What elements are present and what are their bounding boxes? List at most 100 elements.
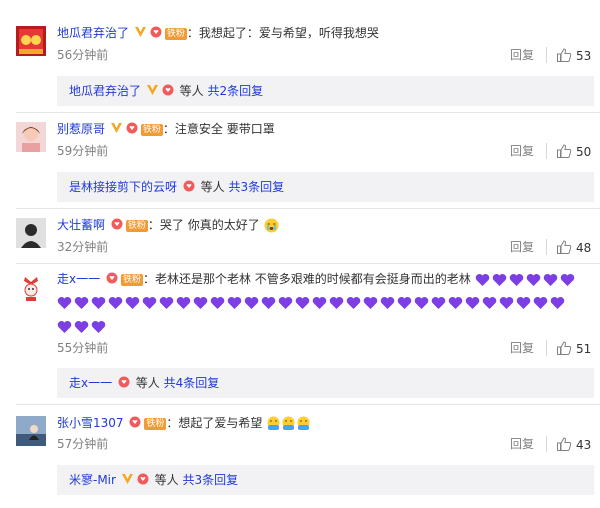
like-count: 43	[576, 438, 592, 452]
purple-heart-icon	[414, 296, 429, 310]
username-link[interactable]: 地瓜君弃治了	[57, 26, 129, 40]
purple-heart-icon	[397, 296, 412, 310]
purple-heart-icon	[431, 296, 446, 310]
username-link[interactable]: 张小雪1307	[57, 416, 124, 430]
reply-button[interactable]: 回复	[510, 239, 534, 255]
like-count: 53	[576, 49, 592, 63]
comment-divider	[16, 263, 600, 264]
thumbs-up-icon	[557, 48, 572, 62]
username-link[interactable]: 走x一一	[57, 272, 100, 286]
avatar[interactable]	[16, 122, 46, 152]
purple-heart-icon	[346, 296, 361, 310]
sub-reply-count-link[interactable]: 共3条回复	[182, 473, 238, 487]
like-button[interactable]: 53	[556, 47, 591, 63]
sub-reply-count-link[interactable]: 共2条回复	[208, 84, 264, 98]
comment-time: 55分钟前	[57, 341, 109, 355]
divider	[546, 340, 547, 356]
sub-reply-bar[interactable]: 走x一一 等人 共4条回复	[57, 368, 594, 398]
comment-text: 注意安全 要带口罩	[174, 122, 275, 136]
purple-heart-icon	[448, 296, 463, 310]
like-count: 48	[576, 241, 592, 255]
comment-text: 哭了 你真的太好了	[159, 218, 260, 232]
reply-button[interactable]: 回复	[510, 143, 534, 159]
purple-heart-icon	[499, 296, 514, 310]
reply-button[interactable]: 回复	[510, 340, 534, 356]
sub-reply-count-link[interactable]: 共3条回复	[229, 180, 285, 194]
comment-text: 想起了爱与希望	[178, 416, 263, 430]
purple-heart-icon	[142, 296, 157, 310]
purple-heart-icon	[329, 296, 344, 310]
like-count: 50	[576, 145, 592, 159]
purple-heart-icon	[550, 296, 565, 310]
fan-badge-icon	[105, 271, 119, 289]
divider	[546, 47, 547, 63]
purple-heart-icon	[295, 296, 310, 310]
purple-heart-icon	[159, 296, 174, 310]
like-button[interactable]: 48	[556, 239, 591, 255]
fan-badge-icon	[117, 369, 131, 399]
fan-label: 铁粉	[125, 219, 148, 232]
thumbs-up-icon	[557, 341, 572, 355]
purple-heart-icon	[125, 296, 140, 310]
sub-reply-bar[interactable]: 米寥-Mir 等人 共3条回复	[57, 465, 594, 495]
fan-badge-icon	[125, 121, 139, 139]
divider	[546, 143, 547, 159]
avatar[interactable]	[16, 272, 46, 302]
like-button[interactable]: 50	[556, 143, 591, 159]
divider	[546, 436, 547, 452]
purple-heart-icon	[560, 273, 575, 287]
comment-time: 56分钟前	[57, 48, 109, 62]
reply-button[interactable]: 回复	[510, 436, 534, 452]
purple-heart-icon	[509, 273, 524, 287]
comment-time: 32分钟前	[57, 240, 109, 254]
username-link[interactable]: 大壮蓄啊	[57, 218, 105, 232]
purple-heart-icon	[465, 296, 480, 310]
comment-line: 走x一一 铁粉 ：老林还是那个老林 不管多艰难的时候都有会挺身而出的老林	[57, 270, 577, 288]
sub-reply-dengren: 等人	[200, 180, 225, 194]
avatar[interactable]	[16, 218, 46, 248]
comment-line: 别惹原哥 铁粉 ：注意安全 要带口罩	[57, 120, 275, 138]
like-button[interactable]: 43	[556, 436, 591, 452]
purple-heart-icon	[475, 273, 490, 287]
purple-heart-icon	[57, 320, 72, 334]
purple-heart-icon	[244, 296, 259, 310]
like-button[interactable]: 51	[556, 340, 591, 356]
vip-v-icon	[110, 121, 123, 139]
purple-heart-icon	[526, 273, 541, 287]
comment-text: 老林还是那个老林 不管多艰难的时候都有会挺身而出的老林	[154, 272, 471, 286]
comment-divider	[16, 404, 600, 405]
username-link[interactable]: 别惹原哥	[57, 122, 105, 136]
comment-time: 59分钟前	[57, 144, 109, 158]
purple-heart-icon	[193, 296, 208, 310]
comment-line: 大壮蓄啊 铁粉 ：哭了 你真的太好了	[57, 216, 279, 234]
sub-reply-bar[interactable]: 是林接接剪下的云呀 等人 共3条回复	[57, 172, 594, 202]
sub-reply-count-link[interactable]: 共4条回复	[164, 376, 220, 390]
sub-reply-username[interactable]: 米寥-Mir	[69, 473, 116, 487]
sub-reply-dengren: 等人	[154, 473, 179, 487]
sub-reply-username[interactable]: 是林接接剪下的云呀	[69, 180, 177, 194]
purple-heart-icon	[492, 273, 507, 287]
comment-line: 地瓜君弃治了 铁粉 ：我想起了：爱与希望，听得我想哭	[57, 24, 379, 42]
sub-reply-dengren: 等人	[135, 376, 160, 390]
purple-heart-icon	[363, 296, 378, 310]
purple-heart-icon	[380, 296, 395, 310]
purple-heart-icon	[261, 296, 276, 310]
purple-heart-icon	[108, 296, 123, 310]
vip-v-icon	[146, 77, 159, 107]
fan-label: 铁粉	[164, 27, 187, 40]
purple-heart-icon	[533, 296, 548, 310]
sub-reply-username[interactable]: 走x一一	[69, 376, 112, 390]
fan-badge-icon	[128, 415, 142, 433]
reply-button[interactable]: 回复	[510, 47, 534, 63]
avatar[interactable]	[16, 416, 46, 446]
fan-badge-icon	[136, 466, 150, 496]
avatar[interactable]	[16, 26, 46, 56]
thumbs-up-icon	[557, 437, 572, 451]
fan-badge-icon	[161, 77, 175, 107]
colon: ：	[147, 218, 160, 232]
sub-reply-username[interactable]: 地瓜君弃治了	[69, 84, 141, 98]
sub-reply-bar[interactable]: 地瓜君弃治了 等人 共2条回复	[57, 76, 594, 106]
hug-emoji-icon	[296, 416, 311, 431]
purple-heart-icon	[543, 273, 558, 287]
purple-heart-icon	[516, 296, 531, 310]
